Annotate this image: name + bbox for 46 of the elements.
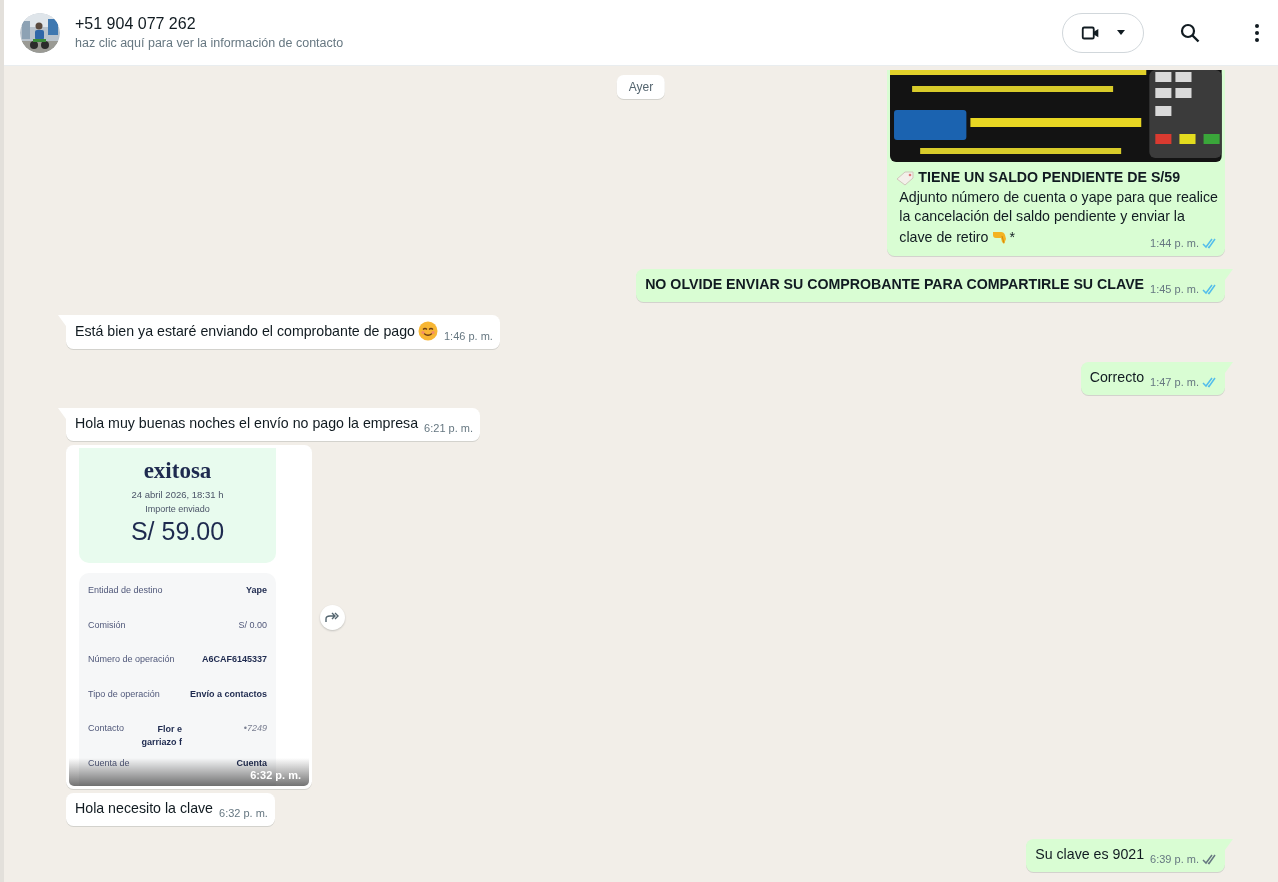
message-time: 6:32 p. m. [250, 769, 301, 781]
video-call-button[interactable] [1062, 12, 1144, 53]
message-time: 1:46 p. m. [443, 329, 493, 344]
detail-label: Entidad de destino [88, 585, 163, 595]
detail-value: Envío a contactos [189, 688, 267, 699]
message-text: Hola muy buenas noches el envío no pago la empresa [75, 414, 419, 433]
receipt-date: 24 abril 2026, 18:31 h [131, 489, 224, 500]
detail-value: S/ 0.00 [238, 619, 267, 630]
caption-text: Adjunto número de cuenta o yape para que realice [899, 187, 1218, 207]
detail-value: A6CAF6145337 [201, 654, 267, 664]
forward-icon [324, 611, 341, 623]
message-time: 6:32 p. m. [219, 806, 268, 821]
tag-icon [895, 169, 916, 186]
message-text: Correcto [1089, 368, 1145, 387]
detail-label: Número de operación [88, 654, 175, 664]
detail-value: Cuenta [236, 757, 267, 768]
detail-label: Cuenta de [88, 757, 130, 768]
message-text: Su clave es 9021 [1035, 845, 1145, 864]
message-text: Está bien ya estaré enviando el comprobante de pago [75, 322, 415, 341]
contact-name[interactable]: +51 904 077 262 [75, 13, 344, 34]
detail-label: Comisión [88, 619, 126, 630]
message-time: 1:47 p. m. [1150, 375, 1199, 390]
detail-value: Yape [246, 585, 267, 595]
smiling-face-icon [417, 321, 438, 341]
caption-text: clave de retiro [899, 228, 989, 245]
forward-button[interactable] [320, 604, 345, 630]
receipt-title: exitosa [143, 458, 212, 484]
message-time: 1:44 p. m. [1150, 235, 1199, 251]
caret-icon [1116, 29, 1126, 36]
caption-title: TIENE UN SALDO PENDIENTE DE S/59 [918, 168, 1181, 187]
date-chip: Ayer [616, 75, 666, 99]
contact-info-hint[interactable]: haz clic aquí para ver la información de contacto [75, 34, 344, 52]
detail-label: Contacto [88, 723, 125, 733]
amount: S/ 59.00 [130, 517, 225, 546]
detail-extra: •7249 [242, 723, 267, 733]
message-text: NO OLVIDE ENVIAR SU COMPROBANTE PARA COMPARTIRLE SU CLAVE [645, 275, 1145, 294]
message-time: 1:45 p. m. [1150, 282, 1199, 297]
message-time: 6:39 p. m. [1150, 852, 1199, 867]
caption-text: la cancelación del saldo pendiente y enviar la [899, 207, 1185, 226]
menu-icon[interactable] [1254, 22, 1260, 43]
message-text: Hola necesito la clave [75, 799, 213, 818]
amount-label: Importe enviado [145, 504, 210, 514]
caption-suffix: * [1009, 228, 1015, 245]
message-time: 6:21 p. m. [424, 421, 473, 436]
detail-label: Tipo de operación [88, 688, 160, 699]
detail-value: Flor e garriazo f [140, 723, 183, 749]
